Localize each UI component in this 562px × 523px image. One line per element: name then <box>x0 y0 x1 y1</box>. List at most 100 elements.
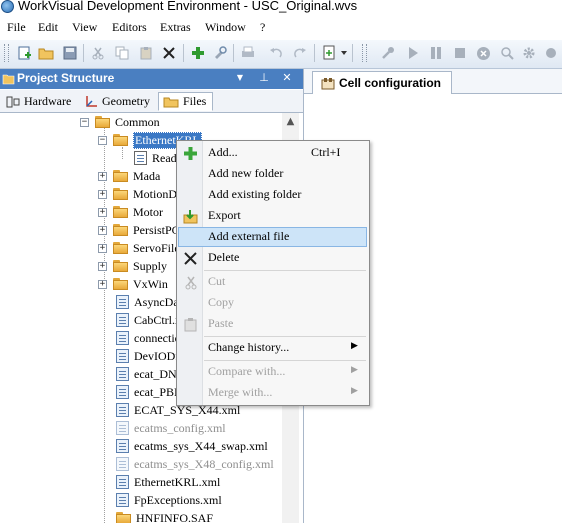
add-icon[interactable] <box>190 45 206 61</box>
cut-icon[interactable] <box>90 45 106 61</box>
files-icon <box>163 97 179 107</box>
plus-icon <box>183 146 198 161</box>
tree-node-label: EthernetKRL.xml <box>134 474 221 489</box>
settings-icon[interactable] <box>212 45 228 61</box>
tree-node-label: Common <box>115 114 160 129</box>
collapse-icon[interactable]: − <box>98 135 107 145</box>
tree-node-file[interactable]: ecat_PBM <box>116 383 185 401</box>
folder-icon <box>113 224 128 236</box>
menu-item-add-new-folder[interactable]: Add new folder <box>178 164 367 184</box>
panel-tabs: Hardware Geometry Files <box>0 90 303 113</box>
menu-item-copy[interactable]: Copy <box>178 293 367 313</box>
menu-view[interactable]: View <box>72 20 97 35</box>
copy-icon[interactable] <box>114 45 130 61</box>
menu-help[interactable]: ? <box>260 20 265 35</box>
title-bar: WorkVisual Development Environment - USC… <box>0 0 562 14</box>
folder-icon <box>113 260 128 272</box>
collapse-icon[interactable]: − <box>80 117 89 127</box>
toolbar-grip[interactable] <box>4 44 9 62</box>
menu-extras[interactable]: Extras <box>160 20 191 35</box>
tree-node-file[interactable]: HNFINFO.SAF <box>116 509 213 523</box>
menu-item-merge-with[interactable]: Merge with... ▶ <box>178 383 367 403</box>
tree-node-persistpci[interactable]: + PersistPCI <box>98 221 184 239</box>
tree-node-motor[interactable]: + Motor <box>98 203 163 221</box>
menu-item-paste[interactable]: Paste <box>178 314 367 334</box>
menu-file[interactable]: File <box>7 20 26 35</box>
new-project-icon[interactable] <box>16 45 32 61</box>
toolbar-grip-2[interactable] <box>362 44 367 62</box>
tree-node-motiondef[interactable]: + MotionDef <box>98 185 186 203</box>
tab-cell-configuration[interactable]: Cell configuration <box>312 71 452 94</box>
panel-header: Project Structure ▼ ⊥ ✕ <box>0 69 303 89</box>
text-file-icon <box>134 151 147 165</box>
tab-files[interactable]: Files <box>158 92 213 111</box>
tree-node-mada[interactable]: + Mada <box>98 167 160 185</box>
wrench-icon[interactable] <box>380 45 396 61</box>
tree-node-file[interactable]: ecatms_config.xml <box>116 419 226 437</box>
open-icon[interactable] <box>38 45 54 61</box>
play-icon[interactable] <box>405 45 421 61</box>
undo-icon[interactable] <box>268 45 284 61</box>
save-icon[interactable] <box>62 45 78 61</box>
pin-icon[interactable]: ⊥ <box>257 71 271 85</box>
menu-editors[interactable]: Editors <box>112 20 147 35</box>
tab-label: Cell configuration <box>339 76 441 90</box>
pause-icon[interactable] <box>428 45 444 61</box>
expand-icon[interactable]: + <box>98 279 107 289</box>
scroll-up-icon[interactable]: ▲ <box>282 113 299 130</box>
delete-icon[interactable] <box>161 45 177 61</box>
menu-item-change-history[interactable]: Change history... ▶ <box>178 338 367 358</box>
cancel-icon[interactable] <box>475 45 491 61</box>
print-icon[interactable] <box>240 45 256 61</box>
export-icon <box>183 209 198 224</box>
panel-dropdown-icon[interactable]: ▼ <box>233 71 247 85</box>
search-icon[interactable] <box>499 45 515 61</box>
menu-item-add[interactable]: Add... Ctrl+I <box>178 143 367 163</box>
folder-icon <box>113 170 128 182</box>
tab-label: Geometry <box>102 94 150 108</box>
tree-node-file[interactable]: EthernetKRL.xml <box>116 473 220 491</box>
menu-item-cut[interactable]: Cut <box>178 272 367 292</box>
tab-label: Files <box>183 94 207 108</box>
record-icon[interactable] <box>543 45 559 61</box>
tree-node-file[interactable]: ecat_DNI <box>116 365 181 383</box>
tree-node-file[interactable]: ecatms_sys_X48_config.xml <box>116 455 274 473</box>
context-menu: Add... Ctrl+I Add new folder Add existin… <box>176 140 370 406</box>
menu-item-add-existing-folder[interactable]: Add existing folder <box>178 185 367 205</box>
redo-icon[interactable] <box>292 45 308 61</box>
tree-node-file[interactable]: FpExceptions.xml <box>116 491 222 509</box>
stop-icon[interactable] <box>452 45 468 61</box>
expand-icon[interactable]: + <box>98 171 107 181</box>
tree-node-servofiles[interactable]: + ServoFiles <box>98 239 184 257</box>
close-icon[interactable]: ✕ <box>280 71 294 85</box>
menu-item-delete[interactable]: Delete <box>178 248 367 268</box>
menu-item-add-external-file[interactable]: Add external file <box>178 227 367 247</box>
tree-node-file[interactable]: ecatms_sys_X44_swap.xml <box>116 437 268 455</box>
menu-item-export[interactable]: Export <box>178 206 367 226</box>
gear-icon[interactable] <box>521 45 537 61</box>
tree-node-supply[interactable]: + Supply <box>98 257 167 275</box>
paste-icon[interactable] <box>138 45 154 61</box>
menu-item-compare-with[interactable]: Compare with... ▶ <box>178 362 367 382</box>
tree-node-vxwin[interactable]: + VxWin <box>98 275 168 293</box>
xml-file-icon <box>116 439 129 453</box>
tree-node-common[interactable]: − Common <box>80 113 160 131</box>
folder-tree-icon <box>2 74 15 85</box>
tree-node-label: Motor <box>133 204 163 219</box>
folder-icon <box>113 278 128 290</box>
expand-icon[interactable]: + <box>98 225 107 235</box>
tab-geometry[interactable]: Geometry <box>80 92 154 111</box>
xml-file-icon <box>116 295 129 309</box>
dropdown-icon[interactable] <box>340 45 348 61</box>
menu-window[interactable]: Window <box>205 20 246 35</box>
expand-icon[interactable]: + <box>98 207 107 217</box>
tree-node-label: Mada <box>133 168 161 183</box>
tree-node-label: ecatms_sys_X48_config.xml <box>134 456 274 471</box>
expand-icon[interactable]: + <box>98 261 107 271</box>
tab-hardware[interactable]: Hardware <box>2 92 75 111</box>
submenu-arrow-icon: ▶ <box>351 341 358 351</box>
compare-icon[interactable] <box>322 45 338 61</box>
expand-icon[interactable]: + <box>98 189 107 199</box>
menu-edit[interactable]: Edit <box>38 20 58 35</box>
expand-icon[interactable]: + <box>98 243 107 253</box>
